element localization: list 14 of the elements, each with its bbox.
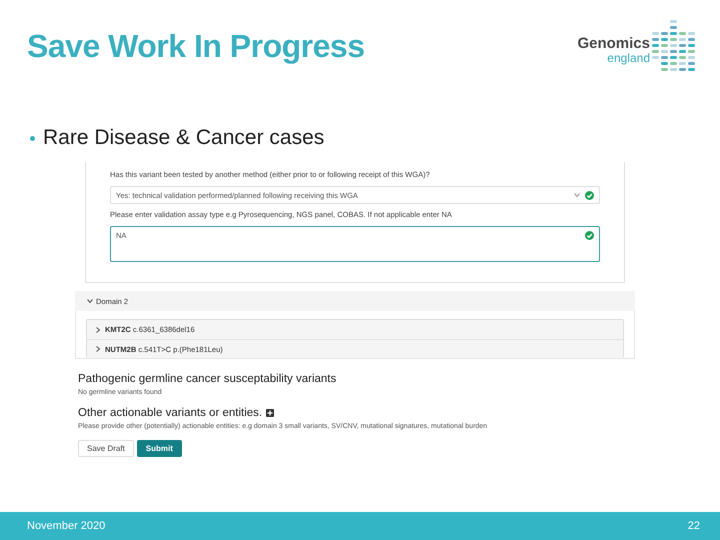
section-heading: Pathogenic germline cancer susceptability variants	[78, 373, 336, 385]
slide-title: Save Work In Progress	[27, 28, 364, 65]
chevron-icon	[574, 193, 580, 197]
section-heading: Other actionable variants or entities.	[78, 407, 262, 419]
logo-name: Genomics	[577, 36, 650, 52]
submit-button[interactable]: Submit	[136, 440, 182, 457]
bullet-text: Rare Disease & Cancer cases	[43, 126, 324, 150]
add-button[interactable]	[266, 409, 274, 417]
bullet-icon	[30, 136, 35, 140]
save-draft-button[interactable]: Save Draft	[78, 440, 134, 457]
logo-subname: england	[607, 52, 650, 64]
dot-map-drawing	[652, 20, 695, 71]
page-number: 22	[688, 520, 700, 532]
footer-date: November 2020	[27, 520, 106, 532]
